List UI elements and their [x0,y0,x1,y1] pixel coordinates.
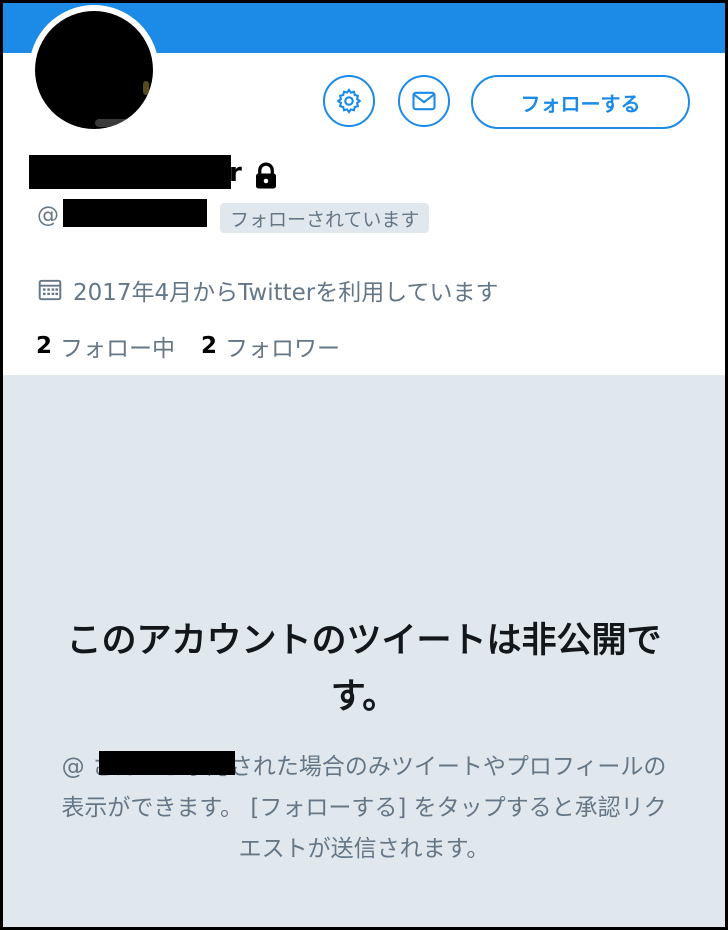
following-count[interactable]: 2 [36,333,52,359]
message-button[interactable] [398,75,450,127]
joined-date: 2017年4月からTwitterを利用しています [37,273,499,307]
settings-button[interactable] [323,75,375,127]
follow-button[interactable]: フォローする [471,75,690,129]
handle-prefix: @ [37,203,59,228]
calendar-icon [38,279,62,301]
description-handle-redacted [99,751,235,775]
follows-you-badge: フォローされています [220,203,430,233]
gear-icon [336,88,362,114]
protected-title: このアカウントのツイートは非公開です。 [66,621,662,717]
envelope-icon [412,91,436,111]
joined-text: 2017年4月からTwitterを利用しています [73,280,499,306]
followers-count[interactable]: 2 [201,333,217,359]
display-name: r [229,158,242,188]
lock-icon [256,162,276,189]
profile-stats: 2 フォロー中 2 フォロワー [36,329,340,363]
avatar[interactable] [29,5,159,135]
avatar-image [35,11,153,129]
display-name-redacted [29,155,231,189]
protected-notice: このアカウントのツイートは非公開です。 @ さんから承認された場合のみツイートや… [3,375,725,927]
following-label[interactable]: フォロー中 [60,329,175,363]
profile-screen: フォローする r @ フォローされています 2017年4月からTwitterを利… [3,3,725,927]
handle-redacted [63,199,207,227]
followers-label[interactable]: フォロワー [225,329,340,363]
